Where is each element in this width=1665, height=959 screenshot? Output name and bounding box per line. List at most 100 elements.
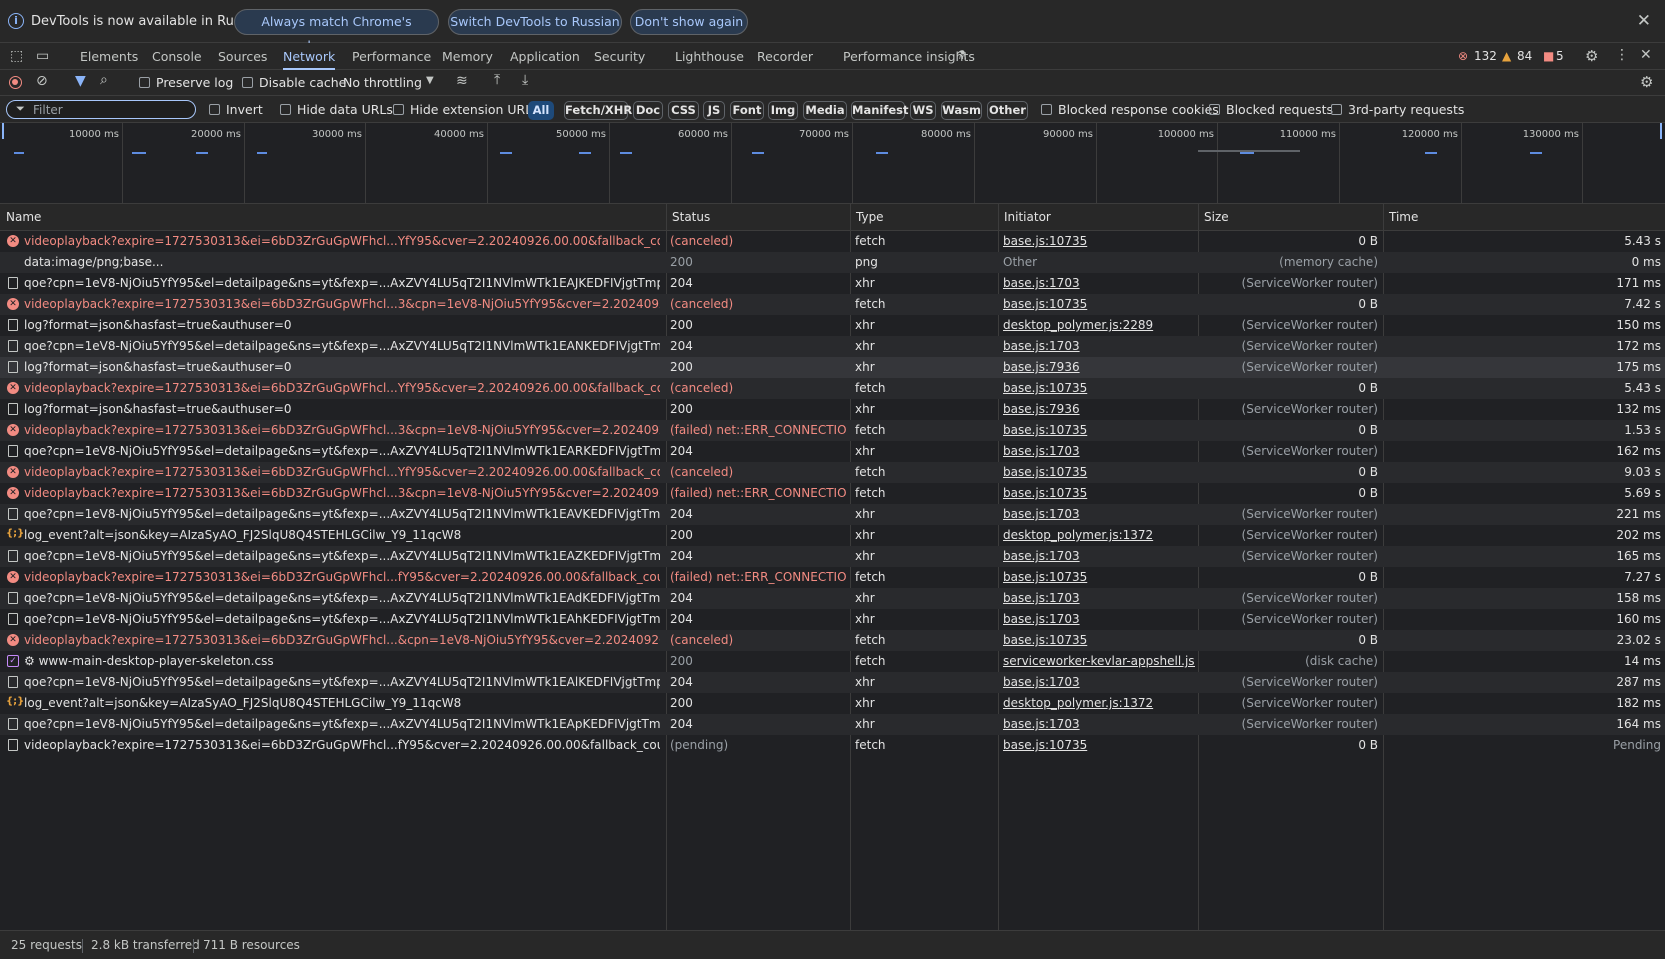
preserve-log-checkbox[interactable] (139, 77, 150, 88)
request-name[interactable]: videoplayback?expire=1727530313&ei=6bD3Z… (24, 483, 660, 504)
request-name[interactable]: videoplayback?expire=1727530313&ei=6bD3Z… (24, 294, 660, 315)
filter-input[interactable] (33, 102, 188, 117)
table-row[interactable]: qoe?cpn=1eV8-NjOiu5YfY95&el=detailpage&n… (0, 273, 1665, 294)
table-row[interactable]: ✕ videoplayback?expire=1727530313&ei=6bD3… (0, 462, 1665, 483)
table-row[interactable]: ✕ videoplayback?expire=1727530313&ei=6bD3… (0, 378, 1665, 399)
record-stop-icon[interactable] (9, 76, 22, 89)
request-name[interactable]: videoplayback?expire=1727530313&ei=6bD3Z… (24, 567, 660, 588)
request-initiator[interactable]: base.js:1703 (1003, 588, 1195, 609)
device-toolbar-icon[interactable]: ▭ (36, 48, 49, 64)
column-type[interactable]: Type (850, 204, 998, 231)
request-name[interactable]: ⚙ www-main-desktop-player-skeleton.css (24, 651, 660, 672)
table-row[interactable]: qoe?cpn=1eV8-NjOiu5YfY95&el=detailpage&n… (0, 504, 1665, 525)
table-row[interactable]: {;} log_event?alt=json&key=AIzaSyAO_FJ2Sl… (0, 693, 1665, 714)
type-filter-other[interactable]: Other (987, 101, 1028, 120)
error-count[interactable]: 132 (1474, 49, 1497, 63)
table-row[interactable]: ✕ videoplayback?expire=1727530313&ei=6bD3… (0, 420, 1665, 441)
table-row[interactable]: qoe?cpn=1eV8-NjOiu5YfY95&el=detailpage&n… (0, 609, 1665, 630)
request-initiator[interactable]: base.js:1703 (1003, 504, 1195, 525)
filter-field[interactable]: ⏷ (6, 100, 196, 119)
request-name[interactable]: qoe?cpn=1eV8-NjOiu5YfY95&el=detailpage&n… (24, 609, 660, 630)
tab-console[interactable]: Console (152, 43, 202, 70)
blocked-requests-checkbox[interactable] (1209, 104, 1220, 115)
request-initiator[interactable]: base.js:1703 (1003, 273, 1195, 294)
request-name[interactable]: videoplayback?expire=1727530313&ei=6bD3Z… (24, 630, 660, 651)
tab-recorder[interactable]: Recorder (757, 43, 813, 70)
request-name[interactable]: qoe?cpn=1eV8-NjOiu5YfY95&el=detailpage&n… (24, 546, 660, 567)
third-party-checkbox[interactable] (1331, 104, 1342, 115)
disable-cache-checkbox[interactable] (242, 77, 253, 88)
request-initiator[interactable]: base.js:10735 (1003, 483, 1195, 504)
table-row[interactable]: ✕ videoplayback?expire=1727530313&ei=6bD3… (0, 630, 1665, 651)
inspect-element-icon[interactable]: ⬚ (10, 48, 23, 64)
always-match-language-button[interactable]: Always match Chrome's language (234, 9, 439, 53)
type-filter-ws[interactable]: WS (910, 101, 936, 120)
tab-memory[interactable]: Memory (442, 43, 493, 70)
close-devtools-icon[interactable]: ✕ (1640, 47, 1652, 63)
table-row[interactable]: log?format=json&hasfast=true&authuser=0 2… (0, 399, 1665, 420)
request-initiator[interactable]: base.js:1703 (1003, 672, 1195, 693)
chevron-down-icon[interactable]: ▼ (426, 75, 434, 86)
type-filter-doc[interactable]: Doc (633, 101, 663, 120)
type-filter-manifest[interactable]: Manifest (851, 101, 908, 120)
tab-network[interactable]: Network (283, 43, 336, 70)
dont-show-again-button[interactable]: Don't show again (630, 9, 748, 35)
type-filter-js[interactable]: JS (703, 101, 725, 120)
request-initiator[interactable]: desktop_polymer.js:1372 (1003, 525, 1195, 546)
issues-count[interactable]: 5 (1556, 49, 1564, 63)
type-filter-img[interactable]: Img (768, 101, 798, 120)
request-initiator[interactable]: desktop_polymer.js:1372 (1003, 693, 1195, 714)
request-name[interactable]: videoplayback?expire=1727530313&ei=6bD3Z… (24, 462, 660, 483)
tab-performance[interactable]: Performance (352, 43, 431, 70)
more-options-icon[interactable]: ⋮ (1615, 47, 1629, 63)
type-filter-css[interactable]: CSS (668, 101, 699, 120)
hide-data-urls-checkbox[interactable] (280, 104, 291, 115)
request-name[interactable]: log_event?alt=json&key=AIzaSyAO_FJ2SlqU8… (24, 525, 660, 546)
settings-gear-icon[interactable]: ⚙ (1585, 47, 1598, 65)
request-name[interactable]: qoe?cpn=1eV8-NjOiu5YfY95&el=detailpage&n… (24, 441, 660, 462)
warning-count[interactable]: 84 (1517, 49, 1532, 63)
table-row[interactable]: log?format=json&hasfast=true&authuser=0 2… (0, 315, 1665, 336)
request-initiator[interactable]: serviceworker-kevlar-appshell.js:815 (1003, 651, 1195, 672)
column-initiator[interactable]: Initiator (998, 204, 1198, 231)
table-row[interactable]: log?format=json&hasfast=true&authuser=0 2… (0, 357, 1665, 378)
column-status[interactable]: Status (666, 204, 850, 231)
type-filter-font[interactable]: Font (730, 101, 764, 120)
switch-to-russian-button[interactable]: Switch DevTools to Russian (448, 9, 622, 35)
request-initiator[interactable]: base.js:1703 (1003, 609, 1195, 630)
request-name[interactable]: data:image/png;base... (24, 252, 660, 273)
export-har-icon[interactable]: ⤓ (522, 72, 528, 88)
request-name[interactable]: qoe?cpn=1eV8-NjOiu5YfY95&el=detailpage&n… (24, 714, 660, 735)
column-name[interactable]: Name (0, 204, 666, 231)
table-row[interactable]: qoe?cpn=1eV8-NjOiu5YfY95&el=detailpage&n… (0, 441, 1665, 462)
request-initiator[interactable]: base.js:7936 (1003, 357, 1195, 378)
invert-checkbox[interactable] (209, 104, 220, 115)
request-initiator[interactable]: base.js:10735 (1003, 735, 1195, 756)
tab-sources[interactable]: Sources (218, 43, 267, 70)
network-conditions-icon[interactable]: ≋ (456, 73, 468, 89)
import-har-icon[interactable]: ⤒ (494, 72, 500, 88)
request-name[interactable]: log_event?alt=json&key=AIzaSyAO_FJ2SlqU8… (24, 693, 660, 714)
request-name[interactable]: qoe?cpn=1eV8-NjOiu5YfY95&el=detailpage&n… (24, 504, 660, 525)
tab-application[interactable]: Application (510, 43, 580, 70)
blocked-cookies-checkbox[interactable] (1041, 104, 1052, 115)
overview-right-handle[interactable] (1660, 123, 1662, 139)
search-icon[interactable]: ⌕ (100, 72, 108, 88)
request-initiator[interactable]: base.js:1703 (1003, 336, 1195, 357)
type-filter-all[interactable]: All (528, 101, 554, 120)
request-initiator[interactable]: desktop_polymer.js:2289 (1003, 315, 1195, 336)
type-filter-wasm[interactable]: Wasm (941, 101, 982, 120)
request-initiator[interactable]: base.js:10735 (1003, 462, 1195, 483)
overview-left-handle[interactable] (2, 123, 4, 139)
clear-icon[interactable]: ⊘ (36, 73, 48, 89)
request-initiator[interactable]: base.js:10735 (1003, 294, 1195, 315)
hide-extension-urls-checkbox[interactable] (393, 104, 404, 115)
table-row[interactable]: ✕ videoplayback?expire=1727530313&ei=6bD3… (0, 231, 1665, 252)
request-initiator[interactable]: base.js:1703 (1003, 546, 1195, 567)
request-name[interactable]: videoplayback?expire=1727530313&ei=6bD3Z… (24, 378, 660, 399)
column-time[interactable]: Time (1383, 204, 1665, 231)
table-row[interactable]: ✕ videoplayback?expire=1727530313&ei=6bD3… (0, 567, 1665, 588)
request-name[interactable]: qoe?cpn=1eV8-NjOiu5YfY95&el=detailpage&n… (24, 273, 660, 294)
tab-lighthouse[interactable]: Lighthouse (675, 43, 744, 70)
request-name[interactable]: videoplayback?expire=1727530313&ei=6bD3Z… (24, 735, 660, 756)
